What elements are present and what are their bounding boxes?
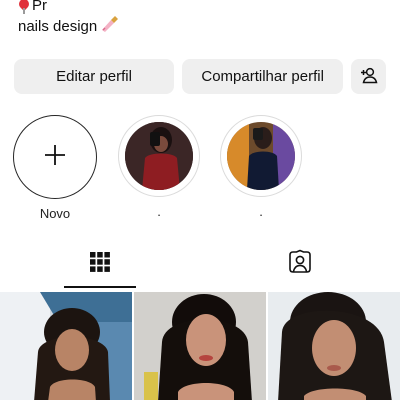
edit-profile-button[interactable]: Editar perfil [14,59,175,94]
profile-tabs [0,240,400,288]
highlight-ring[interactable] [220,115,302,197]
location-pin-icon [18,0,30,15]
plus-icon [43,143,67,172]
post-thumbnail[interactable] [134,292,266,400]
edit-profile-label: Editar perfil [56,68,132,85]
discover-people-button[interactable] [351,59,386,94]
highlight-label: . [259,204,263,219]
post-thumbnail[interactable] [0,292,132,400]
grid-icon [89,251,111,278]
highlight-cover-photo [227,122,295,190]
posts-grid [0,292,400,400]
highlight-label: . [157,204,161,219]
share-profile-label: Compartilhar perfil [201,68,324,85]
story-highlights: Novo . . [0,115,400,225]
share-profile-button[interactable]: Compartilhar perfil [182,59,344,94]
location-line: Pr [18,0,118,16]
highlight-item[interactable]: . [117,115,201,220]
bio-text: nails design [18,18,98,35]
profile-actions: Editar perfil Compartilhar perfil [14,59,386,94]
profile-page: Pr nails design Editar perfil Compartilh… [0,0,400,400]
highlight-ring[interactable] [118,115,200,197]
new-highlight-circle[interactable] [13,115,97,199]
highlight-item[interactable]: . [219,115,303,220]
profile-bio: Pr nails design [18,0,119,38]
bio-line: nails design [18,16,119,38]
highlight-cover-photo [125,122,193,190]
add-person-icon [360,66,378,88]
new-highlight[interactable]: Novo [13,115,97,222]
nail-polish-icon [100,16,119,38]
location-text: Pr [32,0,47,14]
tagged-person-icon [287,249,313,280]
tab-posts[interactable] [0,240,200,288]
post-thumbnail[interactable] [268,292,400,400]
active-tab-indicator [64,286,136,288]
highlight-label: Novo [39,206,71,221]
tab-tagged[interactable] [200,240,400,288]
